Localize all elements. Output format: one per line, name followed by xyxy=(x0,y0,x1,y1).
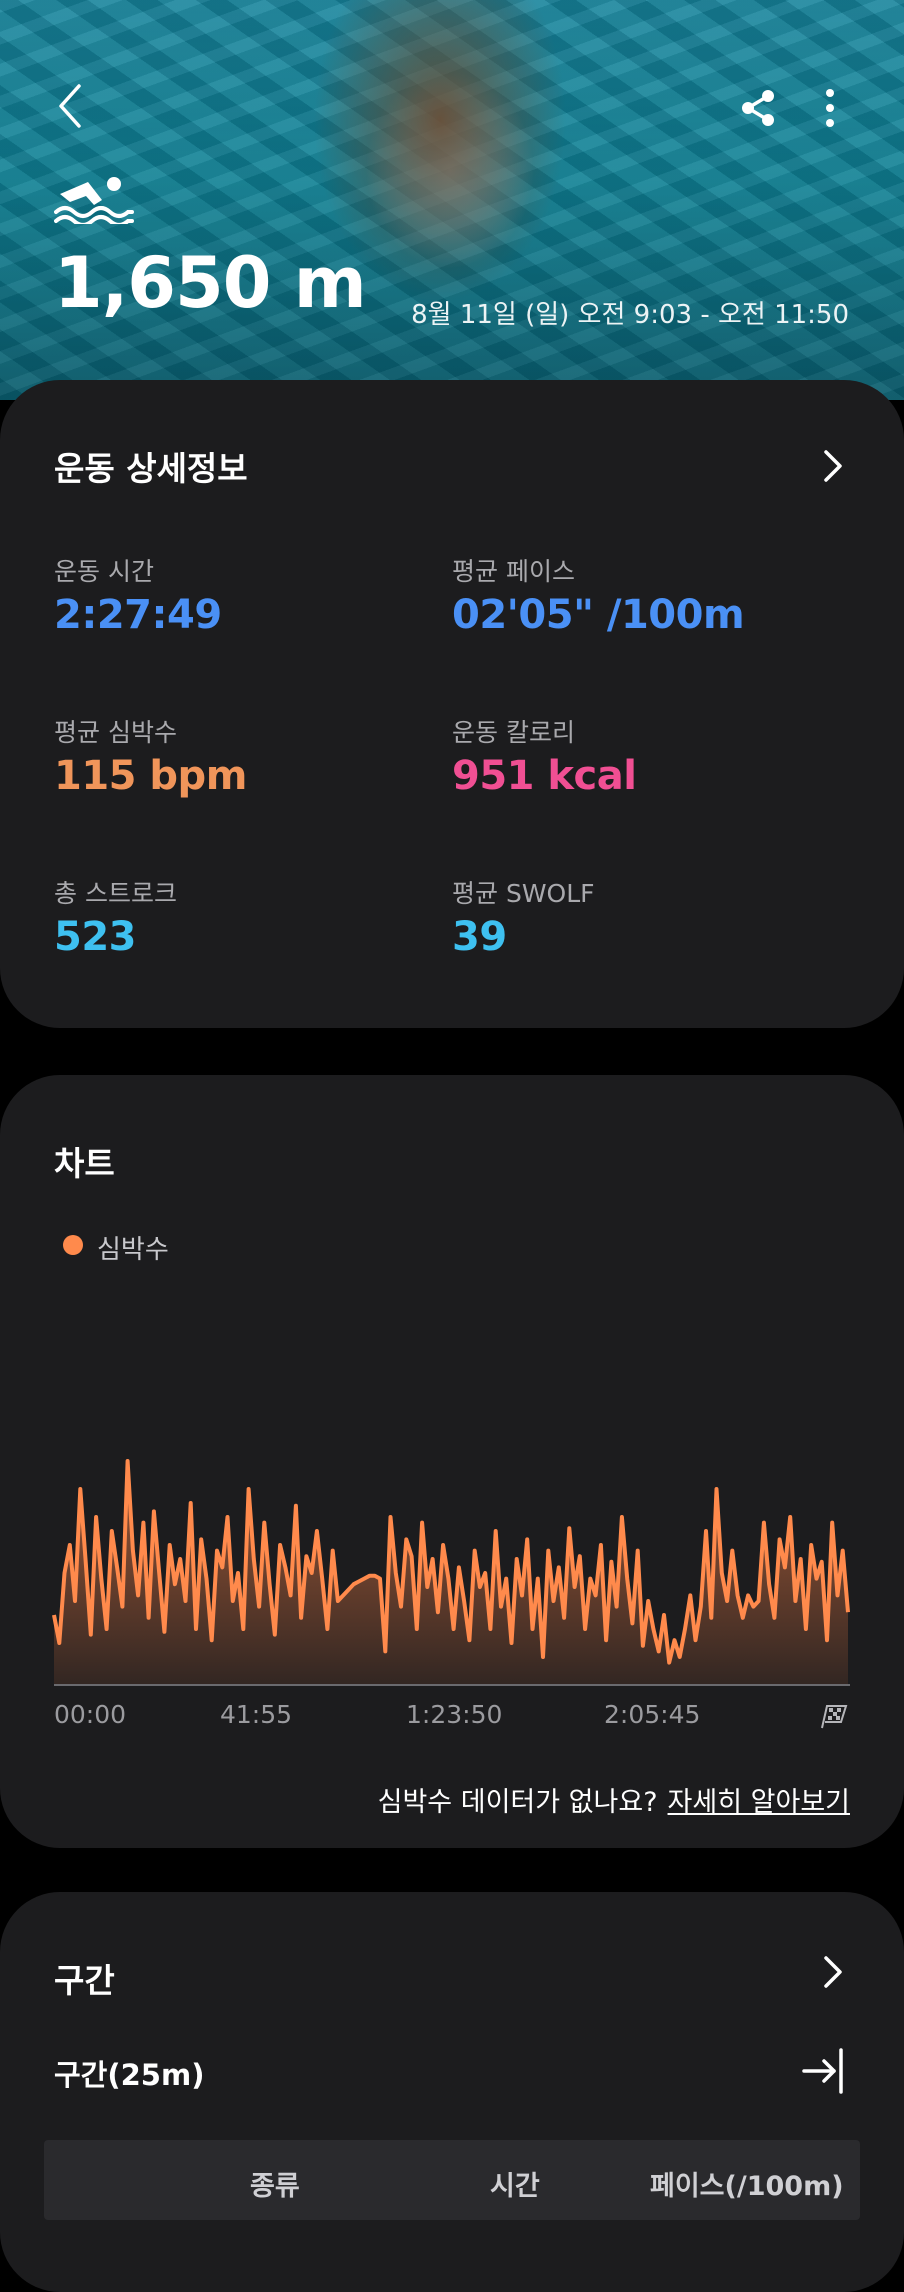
share-icon xyxy=(742,90,774,126)
segments-subtitle: 구간(25m) xyxy=(54,2058,205,2092)
stat-calories-label: 운동 칼로리 xyxy=(452,718,575,747)
segments-title: 구간 xyxy=(54,1961,115,2000)
segments-card: 구간 구간(25m) 종류 시간 페이스(/100m) xyxy=(0,1892,904,2292)
stat-swolf-label: 평균 SWOLF xyxy=(452,879,595,908)
hr-missing-info: 심박수 데이터가 없나요? 자세히 알아보기 xyxy=(378,1780,850,1819)
workout-details-title: 운동 상세정보 xyxy=(54,449,248,488)
hr-missing-text: 심박수 데이터가 없나요? xyxy=(377,1787,658,1818)
stat-heart-rate-label: 평균 심박수 xyxy=(54,718,177,747)
stat-strokes-value: 523 xyxy=(54,914,137,960)
learn-more-link[interactable]: 자세히 알아보기 xyxy=(668,1787,850,1818)
total-distance: 1,650 m xyxy=(54,242,367,324)
more-vertical-icon xyxy=(826,89,834,127)
column-header-pace: 페이스(/100m) xyxy=(650,2171,844,2202)
x-tick-label: 41:55 xyxy=(220,1700,293,1729)
workout-details-card: 운동 상세정보 운동 시간 2:27:49 평균 페이스 02'05" /100… xyxy=(0,380,904,1028)
workout-date-range: 8월 11일 (일) 오전 9:03 - 오전 11:50 xyxy=(411,300,849,330)
back-button[interactable] xyxy=(44,78,96,134)
chevron-right-icon[interactable] xyxy=(816,446,848,486)
chevron-right-icon[interactable] xyxy=(816,1952,848,1992)
stat-heart-rate-value: 115 bpm xyxy=(54,753,247,799)
more-options-button[interactable] xyxy=(808,82,852,134)
hero-image: 1,650 m 8월 11일 (일) 오전 9:03 - 오전 11:50 xyxy=(0,0,904,400)
hero-overlay xyxy=(0,0,904,400)
segments-table-header: 종류 시간 페이스(/100m) xyxy=(44,2140,860,2220)
stat-swolf-value: 39 xyxy=(452,914,507,960)
x-tick-label: 2:05:45 xyxy=(604,1700,701,1729)
column-header-time: 시간 xyxy=(490,2171,540,2202)
stat-duration-label: 운동 시간 xyxy=(54,557,154,586)
swimming-icon xyxy=(54,177,134,224)
column-header-type: 종류 xyxy=(250,2171,300,2202)
x-tick-label: 1:23:50 xyxy=(406,1700,503,1729)
finish-flag-icon xyxy=(821,1705,848,1729)
stat-pace-label: 평균 페이스 xyxy=(452,557,575,586)
heart-rate-chart xyxy=(52,1459,850,1686)
stat-calories-value: 951 kcal xyxy=(452,753,637,799)
stat-duration-value: 2:27:49 xyxy=(54,592,222,638)
chart-card: 차트 심박수 00:00 41:55 1:23:50 2:05:45 심박수 데… xyxy=(0,1075,904,1848)
x-tick-label: 00:00 xyxy=(54,1700,127,1729)
stat-strokes-label: 총 스트로크 xyxy=(54,879,177,908)
chevron-left-icon xyxy=(59,84,81,128)
share-button[interactable] xyxy=(732,82,784,134)
expand-icon[interactable] xyxy=(800,2046,846,2096)
stat-pace-value: 02'05" /100m xyxy=(452,592,745,638)
